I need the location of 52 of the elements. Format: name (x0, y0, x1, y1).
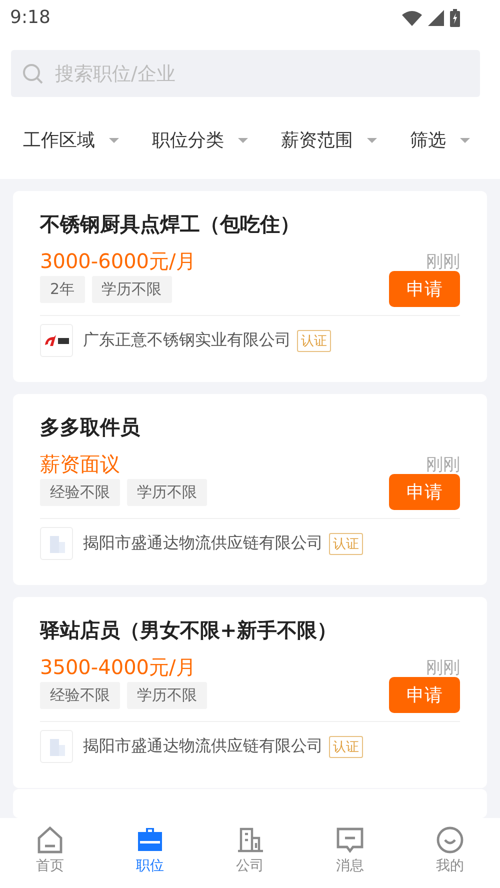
search-field[interactable]: 搜索职位/企业 (11, 50, 480, 97)
building-icon (40, 730, 73, 763)
apply-button[interactable]: 申请 (389, 677, 460, 713)
job-title: 驿站店员（男女不限+新手不限） (40, 617, 338, 644)
company-name: 广东正意不锈钢实业有限公司 (83, 330, 291, 351)
filter-dropdown[interactable]: 薪资范围 (281, 128, 353, 152)
job-tag: 学历不限 (127, 682, 207, 708)
battery-icon (450, 8, 460, 26)
caret-icon (109, 138, 119, 142)
job-card[interactable]: 驿站店员（男女不限+新手不限） 3500-4000元/月 刚刚 经验不限 学历不限 申请 揭阳市盛通达物流供应链有限公司 认证 (13, 597, 487, 788)
job-title: 不锈钢厨具点焊工（包吃住） (40, 211, 301, 238)
job-card[interactable]: 多多取件员 薪资面议 刚刚 经验不限 学历不限 申请 揭阳市盛通达物流供应链有限公司 认证 (13, 394, 487, 585)
caret-icon (367, 138, 377, 142)
verified-badge: 认证 (329, 532, 363, 554)
caret-icon (238, 138, 248, 142)
home-icon (35, 825, 65, 855)
salary-text: 3500-4000元/月 (40, 654, 196, 681)
job-tag: 经验不限 (40, 682, 120, 708)
company-name: 揭阳市盛通达物流供应链有限公司 (83, 533, 323, 554)
tab-item[interactable]: 消息 (320, 825, 380, 875)
company-name: 揭阳市盛通达物流供应链有限公司 (83, 736, 323, 757)
filter-dropdown[interactable]: 筛选 (410, 128, 446, 152)
apply-button[interactable]: 申请 (389, 474, 460, 510)
verified-badge: 认证 (329, 736, 363, 758)
tab-item[interactable]: 职位 (120, 825, 180, 875)
company-logo (40, 324, 73, 357)
job-tag: 2年 (40, 276, 85, 302)
post-time: 刚刚 (426, 657, 460, 679)
job-tag: 学历不限 (92, 276, 172, 302)
tab-item[interactable]: 首页 (20, 825, 80, 875)
job-title: 多多取件员 (40, 414, 141, 441)
tab-item[interactable]: 公司 (220, 825, 280, 875)
apply-button[interactable]: 申请 (389, 271, 460, 307)
job-tag: 经验不限 (40, 478, 120, 506)
salary-text: 3000-6000元/月 (40, 248, 196, 275)
building-icon (40, 527, 73, 560)
signal-icon (428, 10, 444, 26)
message-icon (335, 825, 365, 855)
smile-icon (435, 825, 465, 855)
caret-icon (460, 138, 470, 142)
clock-time: 9:18 (10, 7, 50, 28)
verified-badge: 认证 (297, 330, 331, 352)
building-icon (235, 825, 265, 855)
filter-dropdown[interactable]: 工作区域 (23, 128, 95, 152)
job-card[interactable]: 不锈钢厨具点焊工（包吃住） 3000-6000元/月 刚刚 2年 学历不限 申请 广东正意不锈钢实业有限公司 认证 (13, 191, 487, 382)
wifi-icon (402, 10, 422, 26)
filter-dropdown[interactable]: 职位分类 (152, 128, 224, 152)
job-tag: 学历不限 (127, 478, 207, 506)
post-time: 刚刚 (426, 454, 460, 476)
tab-item[interactable]: 我的 (420, 825, 480, 875)
salary-text: 薪资面议 (40, 451, 120, 478)
post-time: 刚刚 (426, 251, 460, 273)
